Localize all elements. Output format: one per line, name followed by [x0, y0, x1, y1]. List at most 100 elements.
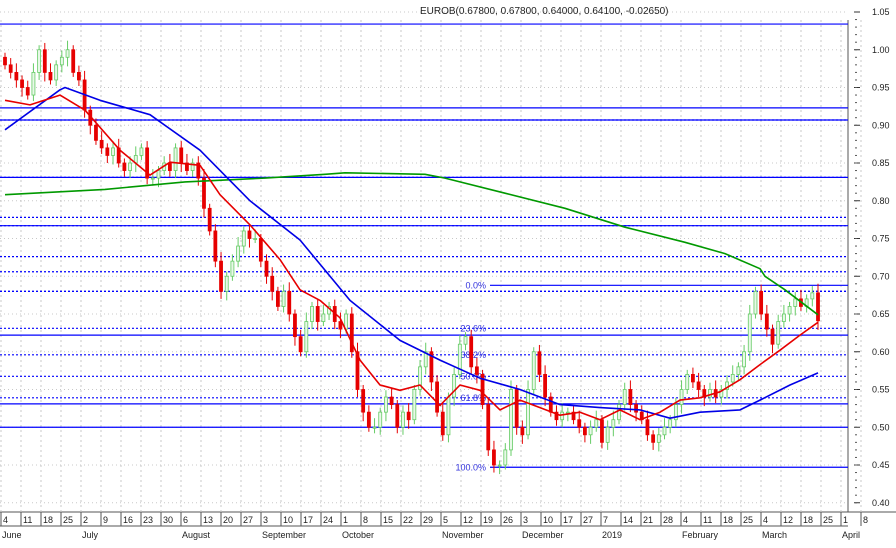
candle-up — [173, 147, 178, 171]
candle-up — [753, 290, 758, 315]
x-tick-label: 10 — [283, 515, 293, 525]
candle-down — [42, 49, 47, 73]
candle-down — [634, 404, 638, 413]
x-tick-label: 25 — [823, 515, 833, 525]
y-tick-label: 0.55 — [872, 385, 890, 395]
candle-up — [622, 389, 627, 406]
candle-down — [122, 162, 127, 171]
candle-down — [492, 449, 496, 466]
fib-label: 0.0% — [465, 280, 486, 290]
candle-down — [366, 411, 371, 428]
candle-down — [179, 147, 184, 164]
candle-up — [787, 306, 792, 315]
candle-down — [645, 419, 650, 436]
candle-down — [48, 72, 53, 81]
x-tick-label: 6 — [183, 515, 188, 525]
x-tick-label: 10 — [543, 515, 553, 525]
x-tick-label: 12 — [783, 515, 793, 525]
candle-down — [486, 404, 491, 451]
candle-up — [463, 336, 468, 345]
candle-up — [793, 298, 798, 307]
x-month-label: December — [522, 530, 564, 540]
x-tick-label: 5 — [443, 515, 448, 525]
candle-up — [605, 426, 610, 443]
grid — [0, 11, 896, 527]
x-month-label: June — [2, 530, 22, 540]
candle-down — [520, 426, 525, 436]
x-tick-label: 1 — [843, 515, 848, 525]
y-tick-label: 0.50 — [872, 422, 890, 432]
candle-up — [150, 177, 155, 180]
y-tick-label: 0.60 — [872, 347, 890, 357]
candle-up — [781, 313, 786, 322]
x-tick-label: 11 — [703, 515, 712, 525]
x-tick-label: 21 — [643, 515, 653, 525]
x-month-label: October — [342, 530, 374, 540]
y-axis: 1.05 1.00 0.95 0.90 0.85 0.80 0.75 0.70 0.65 0.60… — [854, 7, 890, 508]
x-month-label: August — [182, 530, 211, 540]
x-month-label: February — [682, 530, 719, 540]
candle-up — [594, 419, 599, 428]
candle-up — [526, 389, 530, 436]
candle-up — [241, 230, 246, 247]
candle-up — [310, 306, 314, 322]
x-tick-label: 25 — [743, 515, 753, 525]
candle-up — [37, 49, 42, 73]
candle-up — [656, 434, 661, 443]
candle-down — [315, 306, 320, 322]
candle-up — [304, 321, 309, 353]
x-month-label: April — [842, 530, 860, 540]
candle-up — [384, 396, 388, 413]
fib-label: 38.2% — [460, 350, 486, 360]
candle-down — [440, 411, 445, 436]
candle-up — [452, 373, 457, 398]
x-tick-label: 22 — [403, 515, 413, 525]
candle-up — [560, 411, 565, 421]
candle-up — [509, 389, 513, 451]
candle-down — [14, 72, 19, 81]
candle-up — [59, 56, 64, 66]
candle-down — [202, 177, 206, 209]
x-tick-label: 12 — [463, 515, 473, 525]
candlestick-chart[interactable]: 0.0%23.6%38.2%50.0%61.8%100.0% 1.051.000… — [0, 0, 896, 543]
candle-down — [167, 162, 172, 171]
x-tick-label: 25 — [63, 515, 73, 525]
x-tick-label: 27 — [243, 515, 253, 525]
candle-up — [742, 351, 746, 368]
x-tick-label: 24 — [323, 515, 333, 525]
candle-down — [8, 64, 13, 73]
candle-down — [537, 351, 542, 375]
candles — [3, 40, 820, 475]
candle-up — [253, 238, 258, 240]
candle-down — [816, 292, 820, 322]
x-tick-label: 7 — [603, 515, 608, 525]
x-tick-label: 29 — [423, 515, 433, 525]
x-month-label: 2019 — [602, 530, 622, 540]
x-month-label: November — [442, 530, 484, 540]
candle-up — [111, 147, 115, 156]
x-tick-label: 16 — [123, 515, 133, 525]
candle-down — [258, 238, 263, 262]
x-tick-label: 8 — [363, 515, 368, 525]
candle-up — [497, 464, 502, 467]
y-tick-label: 0.90 — [872, 120, 890, 130]
y-tick-label: 0.80 — [872, 196, 890, 206]
moving-averages — [4, 86, 819, 421]
candle-up — [685, 373, 690, 390]
x-tick-label: 26 — [503, 515, 513, 525]
candle-up — [668, 419, 673, 428]
candle-down — [435, 381, 439, 413]
x-month-label: March — [762, 530, 787, 540]
candle-down — [469, 336, 474, 368]
x-tick-label: 18 — [43, 515, 53, 525]
candle-down — [71, 49, 76, 73]
candle-up — [224, 275, 229, 292]
x-tick-label: 27 — [583, 515, 593, 525]
x-tick-label: 13 — [203, 515, 213, 525]
x-tick-label: 8 — [863, 515, 868, 525]
y-tick-label: 0.75 — [872, 234, 890, 244]
candle-down — [389, 396, 394, 405]
x-tick-label: 18 — [723, 515, 733, 525]
candle-down — [583, 426, 587, 436]
x-tick-label: 1 — [343, 515, 348, 525]
